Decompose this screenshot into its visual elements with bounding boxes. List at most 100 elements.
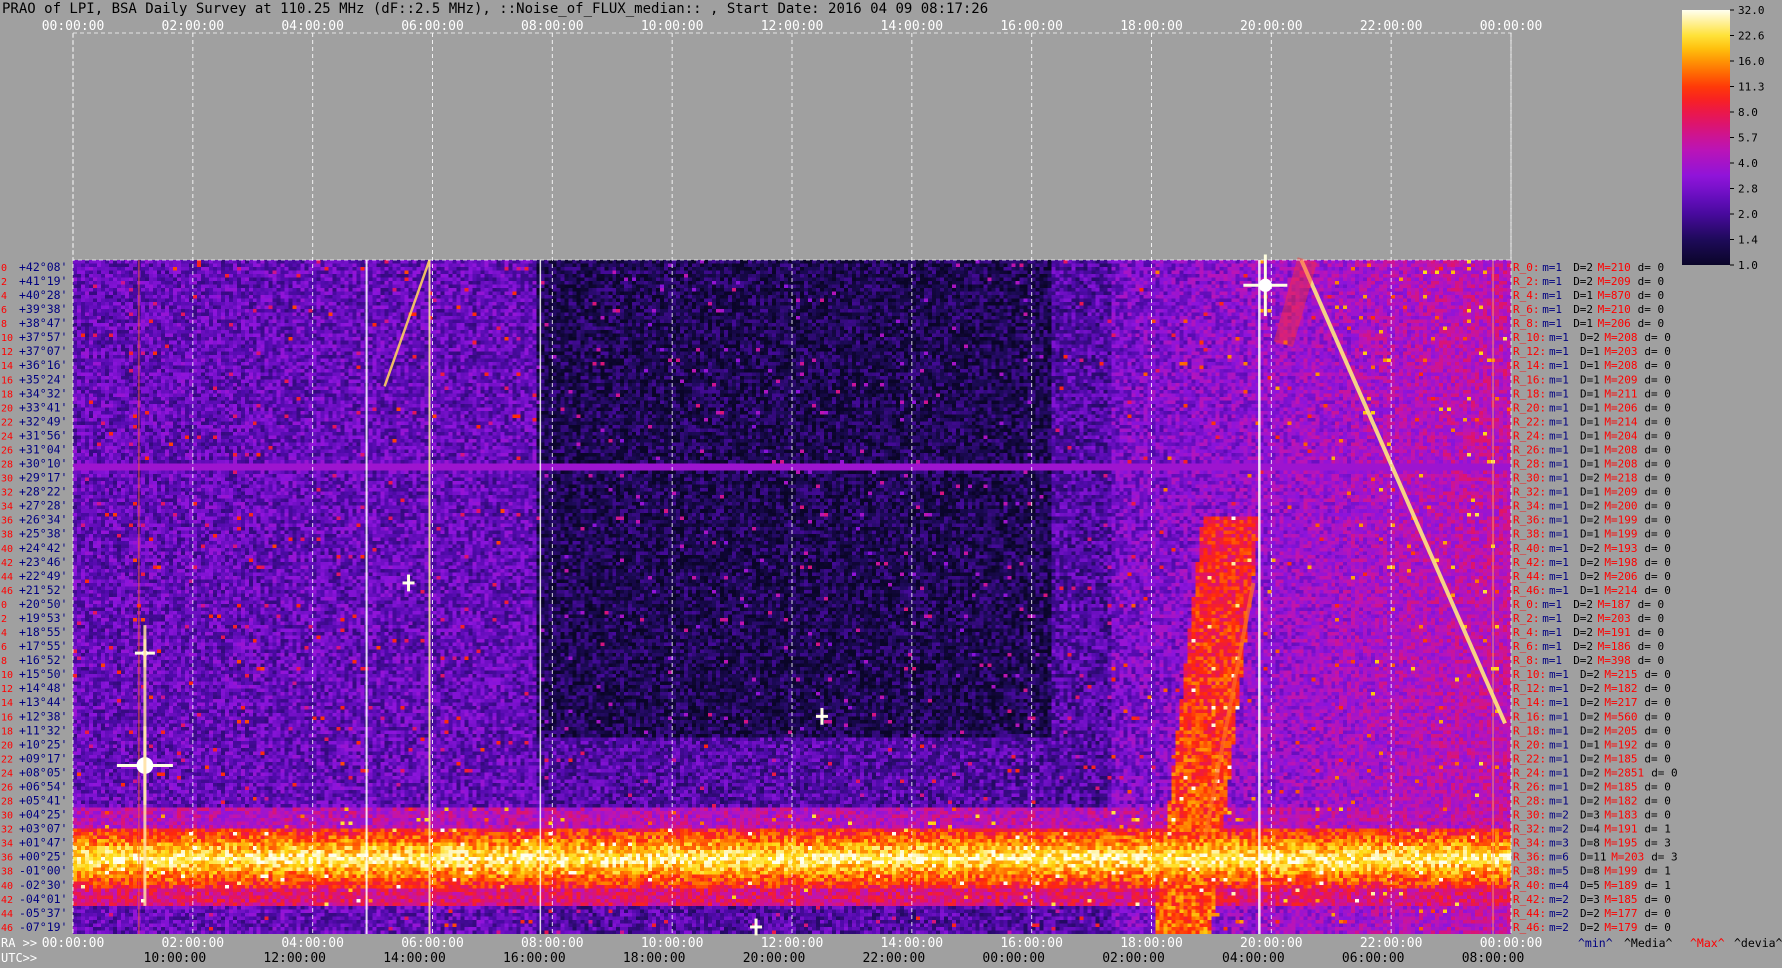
ra-tick-label: 22:00:00: [1360, 936, 1423, 951]
row-index-label: 4: [1, 291, 7, 302]
stat-max: M=186: [1598, 640, 1631, 653]
stat-min: m=2: [1549, 823, 1569, 836]
stat-devia: d= 0: [1644, 443, 1671, 456]
stat-median: D=3: [1580, 893, 1600, 906]
declination-label: +01°47': [19, 836, 67, 850]
row-index-label: 46: [1, 923, 13, 934]
ra-tick-label: 14:00:00: [881, 936, 944, 951]
stat-median: D=2: [1580, 921, 1600, 934]
stat-median: D=2: [1580, 500, 1600, 513]
declination-label: +09°17': [19, 751, 67, 765]
stat-devia: d= 0: [1644, 780, 1671, 793]
row-index-label: 44: [1, 572, 13, 583]
bright-source: [406, 581, 411, 585]
utc-tick-label: 14:00:00: [383, 951, 446, 966]
stat-row-label: R_44:: [1513, 907, 1546, 920]
declination-label: -01°00': [19, 864, 67, 878]
stat-row-label: R_22:: [1513, 752, 1546, 765]
stat-min: m=1: [1549, 710, 1569, 723]
stats-legend-item: ^min^: [1578, 936, 1613, 950]
declination-label: +00°25': [19, 850, 67, 864]
stat-median: D=2: [1580, 780, 1600, 793]
stat-min: m=1: [1549, 780, 1569, 793]
stat-min: m=1: [1549, 795, 1569, 808]
stat-devia: d= 0: [1644, 514, 1671, 527]
stat-min: m=1: [1549, 387, 1569, 400]
stat-row-label: R_18:: [1513, 724, 1546, 737]
stat-devia: d= 0: [1644, 373, 1671, 386]
stat-max: M=199: [1604, 514, 1637, 527]
utc-tick-label: 04:00:00: [1222, 951, 1285, 966]
row-index-label: 24: [1, 768, 13, 779]
stat-min: m=1: [1549, 570, 1569, 583]
stat-row-label: R_24:: [1513, 766, 1546, 779]
utc-tick-label: 16:00:00: [503, 951, 566, 966]
stat-devia: d= 1: [1644, 823, 1671, 836]
stat-row-label: R_28:: [1513, 458, 1546, 471]
stat-median: D=2: [1580, 570, 1600, 583]
stat-median: D=4: [1580, 823, 1600, 836]
stat-max: M=208: [1604, 443, 1637, 456]
ra-tick-label: 20:00:00: [1240, 936, 1303, 951]
stat-devia: d= 0: [1638, 626, 1665, 639]
stat-max: M=191: [1598, 626, 1631, 639]
bright-source: [1258, 278, 1272, 292]
stat-median: D=1: [1580, 345, 1600, 358]
row-index-label: 6: [1, 642, 7, 653]
stat-max: M=209: [1604, 373, 1637, 386]
row-index-label: 10: [1, 333, 13, 344]
stat-median: D=1: [1580, 359, 1600, 372]
stat-max: M=218: [1604, 472, 1637, 485]
row-index-label: 36: [1, 516, 13, 527]
utc-tick-label: 00:00:00: [982, 951, 1045, 966]
colorbar-tick-label: 8.0: [1738, 106, 1758, 119]
ra-tick-label: 12:00:00: [761, 936, 824, 951]
stat-max: M=206: [1604, 401, 1637, 414]
row-index-label: 18: [1, 389, 13, 400]
utc-axis-label: UTC>>: [1, 951, 37, 965]
stat-devia: d= 0: [1644, 584, 1671, 597]
stat-min: m=1: [1549, 766, 1569, 779]
stat-row-label: R_0:: [1513, 598, 1540, 611]
stat-min: m=1: [1549, 738, 1569, 751]
row-index-label: 32: [1, 825, 13, 836]
declination-label: +23°46': [19, 555, 67, 569]
top-tick-label: 06:00:00: [401, 19, 464, 34]
stat-median: D=2: [1573, 275, 1593, 288]
stat-row-label: R_34:: [1513, 500, 1546, 513]
stat-devia: d= 0: [1644, 458, 1671, 471]
stat-median: D=2: [1573, 654, 1593, 667]
stat-devia: d= 0: [1644, 795, 1671, 808]
declination-label: +31°56': [19, 428, 67, 442]
row-index-label: 38: [1, 867, 13, 878]
stat-min: m=2: [1549, 907, 1569, 920]
ra-tick-label: 00:00:00: [1480, 936, 1543, 951]
stat-min: m=1: [1549, 345, 1569, 358]
stat-min: m=1: [1549, 696, 1569, 709]
stat-row-label: R_18:: [1513, 387, 1546, 400]
stat-min: m=1: [1542, 598, 1562, 611]
stat-max: M=203: [1604, 345, 1637, 358]
stat-row-label: R_0:: [1513, 261, 1540, 274]
row-index-label: 16: [1, 375, 13, 386]
stat-row-label: R_44:: [1513, 570, 1546, 583]
stat-median: D=1: [1580, 458, 1600, 471]
stat-row-label: R_12:: [1513, 682, 1546, 695]
colorbar-bar: [1682, 10, 1730, 265]
colorbar-tick-label: 16.0: [1738, 55, 1765, 68]
stat-min: m=1: [1549, 752, 1569, 765]
row-index-label: 34: [1, 839, 13, 850]
ra-axis-label: RA >>: [1, 936, 37, 950]
stat-devia: d= 0: [1644, 542, 1671, 555]
stat-devia: d= 0: [1638, 289, 1665, 302]
stat-max: M=177: [1604, 907, 1637, 920]
stat-median: D=1: [1580, 401, 1600, 414]
declination-label: +38°47': [19, 316, 67, 330]
declination-label: +29°17': [19, 471, 67, 485]
top-tick-label: 02:00:00: [162, 19, 225, 34]
stat-median: D=1: [1580, 486, 1600, 499]
stat-min: m=1: [1549, 331, 1569, 344]
stat-median: D=1: [1580, 415, 1600, 428]
stat-max: M=198: [1604, 556, 1637, 569]
declination-label: +27°28': [19, 499, 67, 513]
